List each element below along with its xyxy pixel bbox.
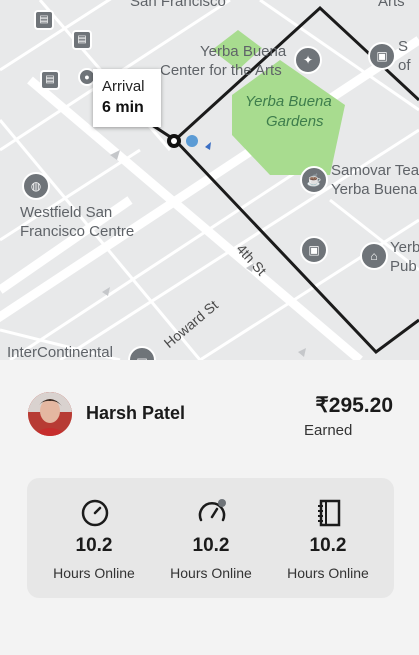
place-label-yerba-pub-2: Pub: [390, 258, 417, 275]
place-label-westfield-1: Westfield San: [20, 204, 113, 221]
transit-icon[interactable]: ▤: [72, 30, 92, 50]
stat-label-2: Hours Online: [170, 565, 252, 581]
driver-name: Harsh Patel: [86, 403, 186, 423]
place-label-westfield-2: Francisco Centre: [20, 223, 135, 240]
place-label-arts: Arts: [378, 0, 405, 10]
avatar-photo: [28, 392, 72, 436]
stat-value-2: 10.2: [192, 535, 230, 556]
place-label-gardens-1: Yerba Buena: [245, 93, 332, 110]
landmark-pin-icon[interactable]: ▣: [368, 42, 396, 70]
arrival-callout: Arrival 6 min: [93, 69, 161, 127]
place-label-right-bottom: of: [398, 57, 411, 74]
bus-icon-2[interactable]: ▤: [34, 10, 54, 30]
place-label-yerba-pub-1: Yerb: [390, 239, 419, 256]
map-view[interactable]: San Francisco Arts Yerba Buena Center fo…: [0, 0, 419, 360]
stat-value-3: 10.2: [309, 535, 347, 556]
stat-item-2[interactable]: 10.2 Hours Online: [150, 478, 272, 598]
museum-pin-icon[interactable]: ✦: [294, 46, 322, 74]
place-label-gardens-2: Gardens: [266, 113, 324, 130]
clock-icon: [81, 499, 109, 527]
stat-label-1: Hours Online: [53, 565, 135, 581]
stat-label-3: Hours Online: [287, 565, 369, 581]
speedometer-icon: [198, 499, 226, 522]
bus-icon[interactable]: ▤: [40, 70, 60, 90]
place-label-yerba-buena-center-1: Yerba Buena: [200, 43, 287, 60]
place-label-samovar-2: Yerba Buena: [331, 181, 418, 198]
stats-panel: 10.2 Hours Online 10.2 Hours Online 10.2…: [27, 478, 394, 598]
street-label-top: San Francisco: [130, 0, 226, 10]
cafe-pin-icon[interactable]: ☕: [300, 166, 328, 194]
place-label-intercontinental: InterContinental: [7, 344, 113, 360]
pub-pin-icon[interactable]: ⌂: [360, 242, 388, 270]
place-label-yerba-buena-center-2: Center for the Arts: [160, 62, 282, 79]
earnings-amount: ₹295.20: [315, 394, 393, 417]
shopping-pin-icon[interactable]: ◍: [22, 172, 50, 200]
stat-item-3[interactable]: 10.2 Hours Online: [267, 478, 389, 598]
stat-item-1[interactable]: 10.2 Hours Online: [33, 478, 155, 598]
notebook-icon: [318, 499, 341, 527]
place-label-right-top: S: [398, 38, 409, 55]
arrival-title: Arrival: [102, 78, 145, 95]
avatar[interactable]: [28, 392, 72, 436]
place-label-samovar-1: Samovar Tea: [331, 162, 419, 179]
earnings-label: Earned: [304, 422, 353, 439]
landmark-pin-icon-2[interactable]: ▣: [300, 236, 328, 264]
arrival-time: 6 min: [102, 99, 144, 116]
stat-value-1: 10.2: [75, 535, 113, 556]
